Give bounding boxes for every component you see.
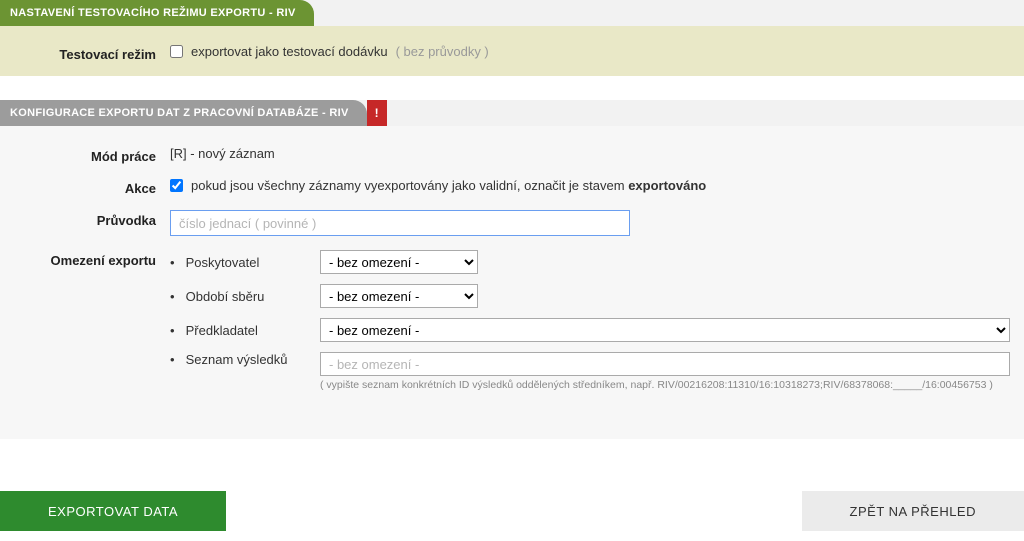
alert-badge[interactable]: ! bbox=[367, 100, 387, 126]
test-mode-checkbox-text: exportovat jako testovací dodávku bbox=[191, 44, 388, 59]
button-bar: EXPORTOVAT DATA ZPĚT NA PŘEHLED bbox=[0, 463, 1024, 541]
obdobi-select[interactable]: - bez omezení - bbox=[320, 284, 478, 308]
poskytovatel-select[interactable]: - bez omezení - bbox=[320, 250, 478, 274]
test-mode-header-text: NASTAVENÍ TESTOVACÍHO REŽIMU EXPORTU - R… bbox=[10, 7, 296, 19]
config-header-row: KONFIGURACE EXPORTU DAT Z PRACOVNÍ DATAB… bbox=[0, 100, 1024, 126]
akce-text-before: pokud jsou všechny záznamy vyexportovány… bbox=[191, 178, 625, 193]
test-mode-panel: NASTAVENÍ TESTOVACÍHO REŽIMU EXPORTU - R… bbox=[0, 0, 1024, 76]
akce-text: pokud jsou všechny záznamy vyexportovány… bbox=[191, 178, 706, 193]
akce-label: Akce bbox=[10, 178, 170, 196]
test-mode-body: Testovací režim exportovat jako testovac… bbox=[0, 26, 1024, 76]
omezeni-label: Omezení exportu bbox=[10, 250, 170, 268]
test-mode-checkbox[interactable] bbox=[170, 45, 183, 58]
predkladatel-row: • Předkladatel - bez omezení - bbox=[170, 318, 1014, 342]
mode-label: Mód práce bbox=[10, 146, 170, 164]
obdobi-label: • Období sběru bbox=[170, 289, 320, 304]
alert-icon: ! bbox=[375, 106, 379, 120]
pruvodka-label: Průvodka bbox=[10, 210, 170, 228]
akce-text-bold: exportováno bbox=[628, 178, 706, 193]
seznam-input[interactable] bbox=[320, 352, 1010, 376]
test-mode-label: Testovací režim bbox=[10, 44, 170, 62]
config-panel: KONFIGURACE EXPORTU DAT Z PRACOVNÍ DATAB… bbox=[0, 100, 1024, 439]
test-mode-header-row: NASTAVENÍ TESTOVACÍHO REŽIMU EXPORTU - R… bbox=[0, 0, 1024, 26]
poskytovatel-row: • Poskytovatel - bez omezení - bbox=[170, 250, 1014, 274]
config-header-tab: KONFIGURACE EXPORTU DAT Z PRACOVNÍ DATAB… bbox=[0, 100, 367, 126]
mode-value: [R] - nový záznam bbox=[170, 146, 275, 161]
bullet-icon: • bbox=[170, 352, 182, 367]
bullet-icon: • bbox=[170, 289, 182, 304]
config-header-text: KONFIGURACE EXPORTU DAT Z PRACOVNÍ DATAB… bbox=[10, 107, 349, 119]
seznam-row: • Seznam výsledků ( vypište seznam konkr… bbox=[170, 352, 1014, 391]
predkladatel-select[interactable]: - bez omezení - bbox=[320, 318, 1010, 342]
bullet-icon: • bbox=[170, 323, 182, 338]
predkladatel-label: • Předkladatel bbox=[170, 323, 320, 338]
test-mode-header-tab: NASTAVENÍ TESTOVACÍHO REŽIMU EXPORTU - R… bbox=[0, 0, 314, 26]
export-button[interactable]: EXPORTOVAT DATA bbox=[0, 491, 226, 531]
test-mode-hint: ( bez průvodky ) bbox=[396, 44, 489, 59]
bullet-icon: • bbox=[170, 255, 182, 270]
seznam-hint: ( vypište seznam konkrétních ID výsledků… bbox=[320, 379, 1010, 391]
akce-checkbox[interactable] bbox=[170, 179, 183, 192]
config-body: Mód práce [R] - nový záznam Akce pokud j… bbox=[0, 126, 1024, 439]
poskytovatel-label: • Poskytovatel bbox=[170, 255, 320, 270]
obdobi-row: • Období sběru - bez omezení - bbox=[170, 284, 1014, 308]
seznam-label: • Seznam výsledků bbox=[170, 352, 320, 367]
pruvodka-input[interactable] bbox=[170, 210, 630, 236]
back-button[interactable]: ZPĚT NA PŘEHLED bbox=[802, 491, 1024, 531]
